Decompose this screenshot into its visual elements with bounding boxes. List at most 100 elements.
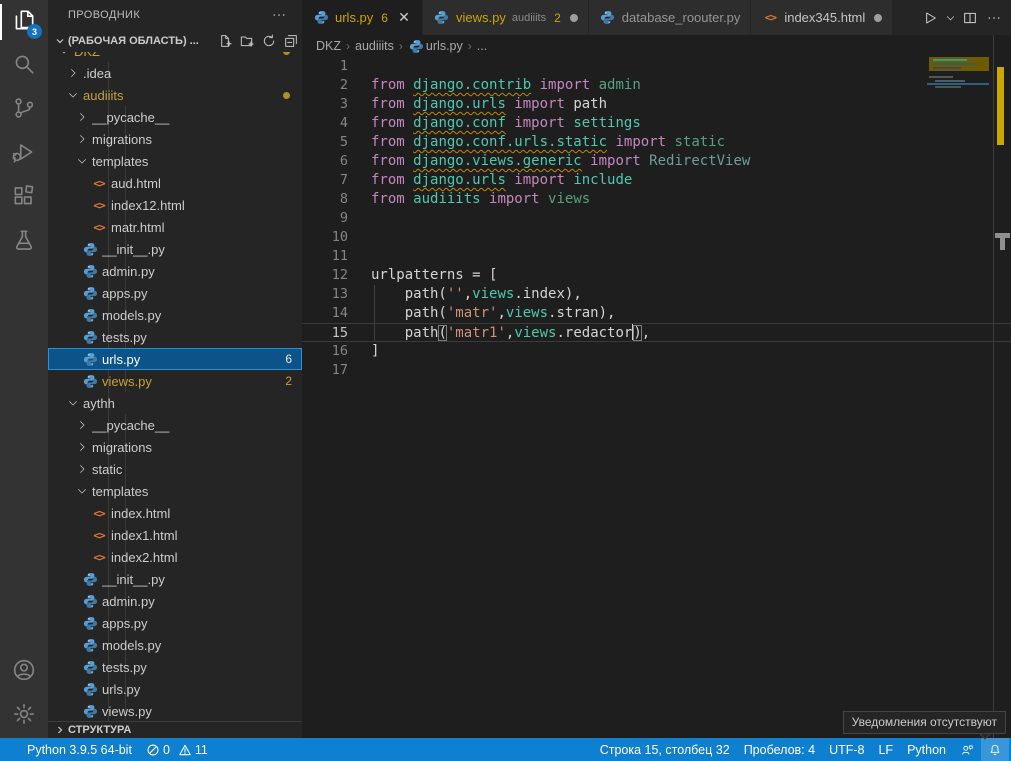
activity-manage[interactable] bbox=[0, 694, 48, 738]
tab-urls-py[interactable]: urls.py6✕ bbox=[302, 0, 423, 35]
code-line-3[interactable]: 3from django.urls import path bbox=[302, 95, 1011, 114]
breadcrumb-item--[interactable]: ... bbox=[477, 39, 487, 53]
status-problems[interactable]: 011 bbox=[139, 738, 215, 761]
tree-item-matr-html[interactable]: <>matr.html bbox=[48, 216, 302, 238]
code-line-6[interactable]: 6from django.views.generic import Redire… bbox=[302, 152, 1011, 171]
minimap[interactable] bbox=[927, 57, 993, 738]
tree-item-apps-py[interactable]: apps.py bbox=[48, 612, 302, 634]
modified-dot bbox=[283, 92, 290, 99]
breadcrumb-item-urls-py[interactable]: urls.py bbox=[408, 35, 463, 57]
code-line-9[interactable]: 9 bbox=[302, 209, 1011, 228]
tree-item-index1-html[interactable]: <>index1.html bbox=[48, 524, 302, 546]
outline-section-header[interactable]: СТРУКТУРА bbox=[48, 721, 302, 738]
tree-item-admin-py[interactable]: admin.py bbox=[48, 590, 302, 612]
code-line-11[interactable]: 11 bbox=[302, 247, 1011, 266]
status-text: Пробелов: 4 bbox=[744, 743, 815, 757]
status-feedback[interactable] bbox=[953, 738, 981, 761]
run-python-file-button[interactable] bbox=[919, 7, 941, 29]
activity-explorer[interactable]: 3 bbox=[0, 0, 48, 44]
breadcrumb-item-audiiits[interactable]: audiiits bbox=[355, 39, 394, 53]
line-number: 15 bbox=[302, 324, 348, 341]
status-cursor-position[interactable]: Строка 15, столбец 32 bbox=[593, 738, 737, 761]
tree-item-urls-py[interactable]: urls.py bbox=[48, 678, 302, 700]
code-token: path bbox=[371, 325, 438, 341]
status-eol[interactable]: LF bbox=[871, 738, 900, 761]
tree-item--pycache-[interactable]: __pycache__ bbox=[48, 414, 302, 436]
code-line-5[interactable]: 5from django.conf.urls.static import sta… bbox=[302, 133, 1011, 152]
activity-source-control[interactable] bbox=[0, 88, 48, 132]
code-line-7[interactable]: 7from django.urls import include bbox=[302, 171, 1011, 190]
tree-item-tests-py[interactable]: tests.py bbox=[48, 326, 302, 348]
status-encoding[interactable]: UTF-8 bbox=[822, 738, 871, 761]
tree-item-static[interactable]: static bbox=[48, 458, 302, 480]
refresh-button[interactable] bbox=[258, 30, 280, 52]
code-editor[interactable]: 12from django.contrib import admin3from … bbox=[302, 57, 1011, 738]
code-line-17[interactable]: 17 bbox=[302, 361, 1011, 380]
overview-ruler[interactable] bbox=[993, 35, 1011, 738]
code-line-4[interactable]: 4from django.conf import settings bbox=[302, 114, 1011, 133]
tree-item-templates[interactable]: templates bbox=[48, 150, 302, 172]
tree-item-label: apps.py bbox=[102, 286, 302, 301]
tree-item-aud-html[interactable]: <>aud.html bbox=[48, 172, 302, 194]
tree-item-index-html[interactable]: <>index.html bbox=[48, 502, 302, 524]
tree-item-models-py[interactable]: models.py bbox=[48, 304, 302, 326]
run-dropdown-button[interactable] bbox=[943, 7, 957, 29]
tree-item-apps-py[interactable]: apps.py bbox=[48, 282, 302, 304]
activity-testing[interactable] bbox=[0, 220, 48, 264]
tree-item--pycache-[interactable]: __pycache__ bbox=[48, 106, 302, 128]
activity-run-and-debug[interactable] bbox=[0, 132, 48, 176]
activity-extensions[interactable] bbox=[0, 176, 48, 220]
code-line-13[interactable]: 13 path('',views.index), bbox=[302, 285, 1011, 304]
python-icon bbox=[80, 326, 100, 348]
status-indentation[interactable]: Пробелов: 4 bbox=[737, 738, 822, 761]
tree-item-urls-py[interactable]: urls.py6 bbox=[48, 348, 302, 370]
tab-views-py[interactable]: views.pyaudiiits2 bbox=[423, 0, 589, 35]
code-line-8[interactable]: 8from audiiits import views bbox=[302, 190, 1011, 209]
warning-icon bbox=[178, 743, 192, 757]
python-icon bbox=[80, 568, 100, 590]
new-folder-button[interactable] bbox=[236, 30, 258, 52]
tree-item-views-py[interactable]: views.py bbox=[48, 700, 302, 721]
collapse-all-button[interactable] bbox=[280, 30, 302, 52]
status-python-interpreter[interactable]: Python 3.9.5 64-bit bbox=[20, 738, 139, 761]
tree-item-models-py[interactable]: models.py bbox=[48, 634, 302, 656]
tree-item-templates[interactable]: templates bbox=[48, 480, 302, 502]
split-editor-button[interactable] bbox=[959, 7, 981, 29]
tree-item-index12-html[interactable]: <>index12.html bbox=[48, 194, 302, 216]
code-token: admin bbox=[599, 77, 641, 93]
tree-item-admin-py[interactable]: admin.py bbox=[48, 260, 302, 282]
tree-item-views-py[interactable]: views.py2 bbox=[48, 370, 302, 392]
views-and-more-button[interactable] bbox=[268, 4, 290, 26]
code-line-16[interactable]: 16] bbox=[302, 342, 1011, 361]
code-line-14[interactable]: 14 path('matr',views.stran), bbox=[302, 304, 1011, 323]
status-notifications[interactable] bbox=[981, 738, 1009, 761]
code-line-2[interactable]: 2from django.contrib import admin bbox=[302, 76, 1011, 95]
tree-item-label: models.py bbox=[102, 638, 302, 653]
tree-item--init-py[interactable]: __init__.py bbox=[48, 568, 302, 590]
close-icon[interactable]: ✕ bbox=[396, 9, 412, 26]
code-line-15[interactable]: 15 path('matr1',views.redactor), bbox=[302, 323, 1011, 342]
tree-item-aythh[interactable]: aythh bbox=[48, 392, 302, 414]
status-language-mode[interactable]: Python bbox=[900, 738, 953, 761]
code-token: import bbox=[506, 115, 573, 131]
tab-index345-html[interactable]: <>index345.html bbox=[751, 0, 893, 35]
tab-database-roouter-py[interactable]: database_roouter.py bbox=[589, 0, 752, 35]
more-actions-button[interactable] bbox=[983, 7, 1005, 29]
tree-item-dkz[interactable]: DKZ bbox=[48, 52, 302, 62]
breadcrumb-item-dkz[interactable]: DKZ bbox=[316, 39, 341, 53]
new-file-button[interactable] bbox=[214, 30, 236, 52]
code-line-10[interactable]: 10 bbox=[302, 228, 1011, 247]
tree-item-tests-py[interactable]: tests.py bbox=[48, 656, 302, 678]
code-line-1[interactable]: 1 bbox=[302, 57, 1011, 76]
tree-item--init-py[interactable]: __init__.py bbox=[48, 238, 302, 260]
workspace-section-header[interactable]: (РАБОЧАЯ ОБЛАСТЬ) ... bbox=[48, 30, 302, 52]
tree-item--idea[interactable]: .idea bbox=[48, 62, 302, 84]
activity-accounts[interactable] bbox=[0, 650, 48, 694]
tree-item-index2-html[interactable]: <>index2.html bbox=[48, 546, 302, 568]
tree-item-inner: .idea bbox=[48, 62, 302, 84]
tree-item-migrations[interactable]: migrations bbox=[48, 436, 302, 458]
tree-item-migrations[interactable]: migrations bbox=[48, 128, 302, 150]
tree-item-audiiits[interactable]: audiiits bbox=[48, 84, 302, 106]
code-line-12[interactable]: 12urlpatterns = [ bbox=[302, 266, 1011, 285]
activity-search[interactable] bbox=[0, 44, 48, 88]
